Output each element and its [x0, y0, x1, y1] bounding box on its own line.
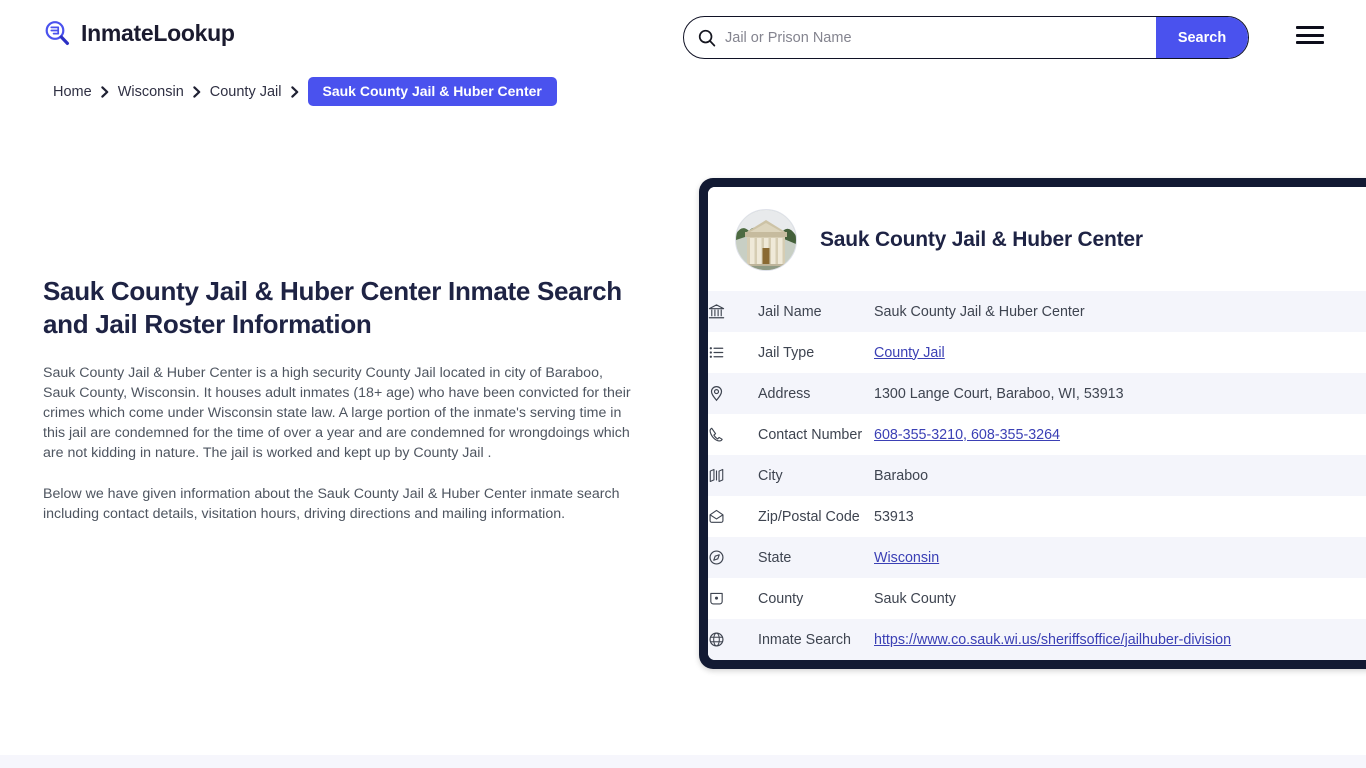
row-label: Contact Number [758, 426, 863, 443]
brand-logo[interactable]: InmateLookup [42, 18, 235, 48]
envelope-icon [708, 496, 758, 537]
intro-paragraph-2: Below we have given information about th… [43, 486, 620, 522]
table-row: Zip/Postal Code 53913 [708, 496, 1366, 537]
table-row: City Baraboo [708, 455, 1366, 496]
row-value[interactable]: County Jail [874, 332, 1366, 373]
bank-icon [708, 291, 758, 332]
jail-details-table: Jail Name Sauk County Jail & Huber Cente… [708, 291, 1366, 660]
row-value: 1300 Lange Court, Baraboo, WI, 53913 [874, 385, 1124, 402]
contact-number-link[interactable]: 608-355-3210, 608-355-3264 [874, 427, 1060, 443]
table-row: Address 1300 Lange Court, Baraboo, WI, 5… [708, 373, 1366, 414]
state-link[interactable]: Wisconsin [874, 550, 939, 566]
table-row: Inmate Search https://www.co.sauk.wi.us/… [708, 619, 1366, 660]
search-icon [698, 29, 716, 47]
breadcrumb-item-county-jail[interactable]: County Jail [210, 84, 282, 100]
table-row: Jail Name Sauk County Jail & Huber Cente… [708, 291, 1366, 332]
inmate-search-link[interactable]: https://www.co.sauk.wi.us/sheriffsoffice… [874, 632, 1231, 648]
list-icon [708, 332, 758, 373]
county-map-icon [708, 578, 758, 619]
article-column: Sauk County Jail & Huber Center Inmate S… [43, 275, 643, 524]
brand-name: InmateLookup [81, 20, 235, 46]
footer-strip [0, 755, 1366, 768]
row-label: City [758, 467, 783, 484]
jail-type-link[interactable]: County Jail [874, 345, 945, 361]
globe-icon [708, 619, 758, 660]
chevron-right-icon [193, 85, 201, 98]
page-root: InmateLookup Search Home Wisconsin Count… [0, 0, 1366, 768]
sauk-county-courthouse-photo [735, 209, 797, 271]
search-input[interactable] [716, 17, 1156, 58]
table-row: Jail Type County Jail [708, 332, 1366, 373]
row-label: Zip/Postal Code [758, 508, 860, 525]
breadcrumb-item-home[interactable]: Home [53, 84, 92, 100]
location-pin-icon [708, 373, 758, 414]
row-value: Sauk County Jail & Huber Center [874, 303, 1085, 320]
row-label: Address [758, 385, 811, 402]
magnifier-list-icon [42, 18, 72, 48]
hamburger-icon[interactable] [1296, 24, 1324, 46]
row-label: Inmate Search [758, 631, 851, 648]
row-label: Jail Type [758, 344, 815, 361]
row-value[interactable]: 608-355-3210, 608-355-3264 [874, 414, 1366, 455]
page-title: Sauk County Jail & Huber Center Inmate S… [43, 276, 622, 339]
site-header: InmateLookup Search [0, 0, 1366, 74]
table-row: Contact Number 608-355-3210, 608-355-326… [708, 414, 1366, 455]
chevron-right-icon [100, 85, 109, 98]
chevron-right-icon [290, 85, 299, 98]
card-title: Sauk County Jail & Huber Center [820, 228, 1143, 251]
breadcrumb-item-wisconsin[interactable]: Wisconsin [118, 84, 184, 100]
phone-icon [708, 414, 758, 455]
row-value: Sauk County [874, 590, 956, 607]
search-button[interactable]: Search [1156, 17, 1248, 58]
search-bar[interactable]: Search [683, 16, 1249, 59]
row-value: Baraboo [874, 467, 929, 484]
row-value[interactable]: Wisconsin [874, 537, 1366, 578]
row-label: Jail Name [758, 303, 822, 320]
row-value[interactable]: https://www.co.sauk.wi.us/sheriffsoffice… [874, 619, 1366, 660]
jail-info-card: Sauk County Jail & Huber Center Jail Nam… [699, 178, 1366, 669]
map-icon [708, 455, 758, 496]
row-label: County [758, 590, 804, 607]
compass-icon [708, 537, 758, 578]
table-row: County Sauk County [708, 578, 1366, 619]
breadcrumb-current: Sauk County Jail & Huber Center [307, 77, 557, 106]
card-header: Sauk County Jail & Huber Center [708, 187, 1366, 291]
row-label: State [758, 549, 792, 566]
breadcrumb: Home Wisconsin County Jail Sauk County J… [53, 77, 557, 106]
row-value: 53913 [874, 508, 914, 525]
intro-paragraph-1: Sauk County Jail & Huber Center is a hig… [43, 365, 631, 461]
table-row: State Wisconsin [708, 537, 1366, 578]
